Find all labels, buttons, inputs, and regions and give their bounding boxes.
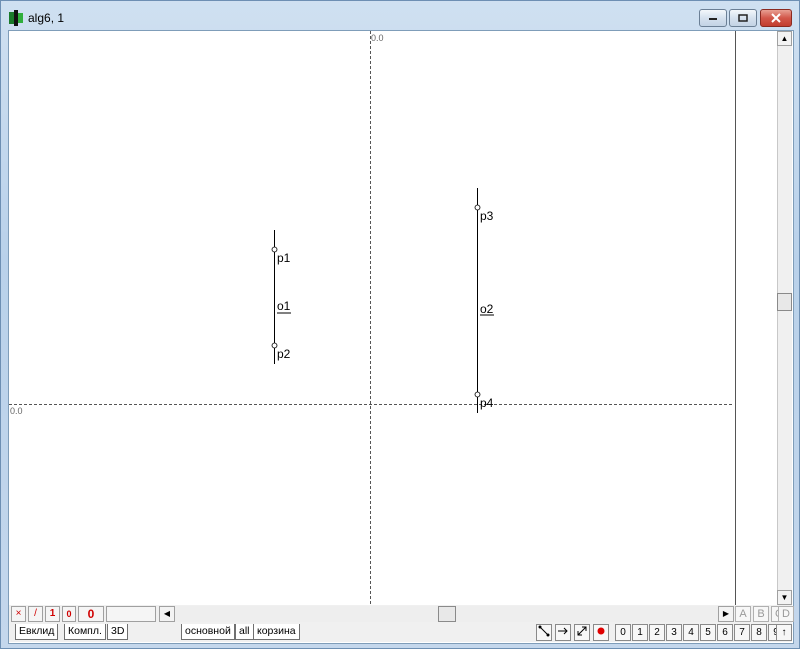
app-icon: [9, 10, 23, 26]
number-6-button[interactable]: 6: [717, 624, 733, 641]
tab-3d[interactable]: 3D: [107, 624, 129, 640]
tab-osnovnoy[interactable]: основной: [181, 624, 235, 640]
line-tool-button[interactable]: /: [28, 606, 43, 622]
arrow-right-icon: [558, 627, 568, 635]
vertical-scrollbar[interactable]: ▲ ▼: [735, 31, 792, 605]
close-icon: [771, 13, 781, 23]
layer-d-button[interactable]: D: [778, 606, 794, 622]
up-arrow-button[interactable]: ↑: [776, 624, 792, 641]
status-row: × / 1 0 0 ◀ ▶ A B C D: [9, 605, 794, 623]
label-p1: p1: [277, 251, 291, 265]
label-o2: o2: [480, 302, 494, 316]
number-4-button[interactable]: 4: [683, 624, 699, 641]
label-p3: p3: [480, 209, 494, 223]
minimize-icon: [709, 18, 717, 20]
tab-evklid[interactable]: Евклид: [15, 624, 59, 640]
segment-tool-button[interactable]: [536, 624, 552, 641]
number-2-button[interactable]: 2: [649, 624, 665, 641]
record-dot-icon: [597, 627, 605, 635]
number-3-button[interactable]: 3: [666, 624, 682, 641]
zero-small-button[interactable]: 0: [62, 606, 76, 622]
maximize-button[interactable]: [729, 9, 757, 27]
scroll-down-button[interactable]: ▼: [777, 590, 792, 605]
segment-tool-icon: [538, 625, 550, 637]
title-bar[interactable]: alg6, 1: [1, 1, 800, 32]
number-5-button[interactable]: 5: [700, 624, 716, 641]
tab-row: Евклид Компл. 3D основной all корзина 0 …: [9, 623, 792, 642]
layer-b-button[interactable]: B: [753, 606, 769, 622]
tab-korzina[interactable]: корзина: [253, 624, 300, 640]
layer-a-button[interactable]: A: [735, 606, 751, 622]
horizontal-scroll-thumb[interactable]: [438, 606, 456, 622]
zero-counter: 0: [78, 606, 104, 622]
label-p2: p2: [277, 347, 291, 361]
window-frame: alg6, 1 0.0 0.0 p1 o1 p2 p3 o2 p4 ▲ ▼ × …: [0, 0, 800, 649]
x-axis-label: 0.0: [10, 406, 23, 416]
minimize-button[interactable]: [699, 9, 727, 27]
maximize-icon: [738, 14, 748, 22]
label-o1: o1: [277, 299, 291, 313]
record-button[interactable]: [593, 624, 609, 641]
y-axis-label: 0.0: [371, 33, 384, 43]
horizontal-scrollbar[interactable]: ◀ ▶: [159, 606, 734, 622]
number-0-button[interactable]: 0: [615, 624, 631, 641]
tab-all[interactable]: all: [235, 624, 254, 640]
vertical-scroll-track[interactable]: [777, 31, 792, 605]
close-button[interactable]: [760, 9, 792, 27]
canvas-border: [735, 31, 736, 605]
delete-button[interactable]: ×: [11, 606, 26, 622]
scroll-up-button[interactable]: ▲: [777, 31, 792, 46]
scroll-left-button[interactable]: ◀: [159, 606, 175, 622]
resize-tool-button[interactable]: [574, 624, 590, 641]
label-p4: p4: [480, 396, 494, 410]
one-button[interactable]: 1: [45, 606, 60, 622]
vertical-scroll-thumb[interactable]: [777, 293, 792, 311]
tab-kompl[interactable]: Компл.: [64, 624, 106, 640]
number-7-button[interactable]: 7: [734, 624, 750, 641]
number-8-button[interactable]: 8: [751, 624, 767, 641]
status-field: [106, 606, 156, 622]
arrow-right-tool-button[interactable]: [555, 624, 571, 641]
window-title: alg6, 1: [28, 11, 65, 25]
number-1-button[interactable]: 1: [632, 624, 648, 641]
drawing-canvas[interactable]: 0.0 0.0 p1 o1 p2 p3 o2 p4: [9, 31, 734, 604]
diagonal-arrows-icon: [577, 626, 587, 636]
scroll-right-button[interactable]: ▶: [718, 606, 734, 622]
